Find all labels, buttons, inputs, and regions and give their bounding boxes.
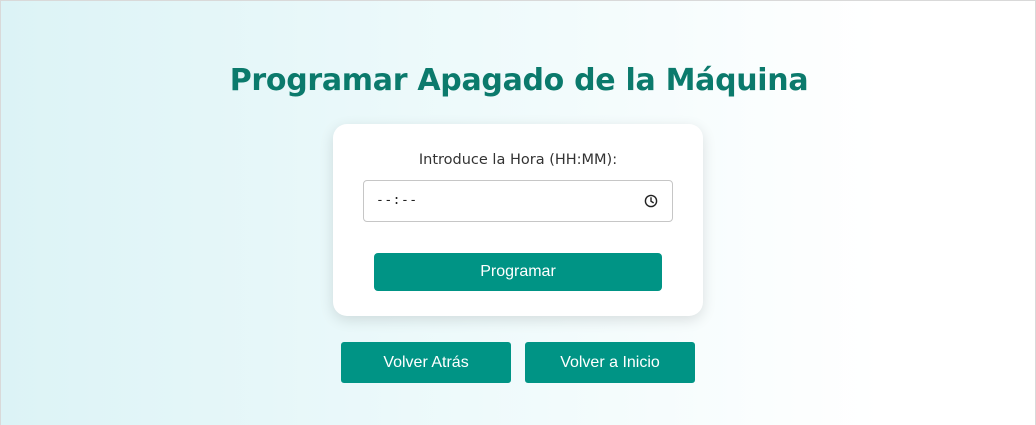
home-button[interactable]: Volver a Inicio bbox=[525, 342, 695, 383]
time-input-value[interactable]: --:-- bbox=[376, 193, 418, 208]
schedule-form-card: Introduce la Hora (HH:MM): --:-- Program… bbox=[333, 124, 703, 316]
clock-icon[interactable] bbox=[644, 194, 658, 208]
time-field-label: Introduce la Hora (HH:MM): bbox=[418, 152, 618, 168]
back-button[interactable]: Volver Atrás bbox=[341, 342, 511, 383]
time-input[interactable]: --:-- bbox=[363, 180, 673, 222]
page-title: Programar Apagado de la Máquina bbox=[229, 63, 809, 98]
schedule-button[interactable]: Programar bbox=[374, 253, 662, 291]
